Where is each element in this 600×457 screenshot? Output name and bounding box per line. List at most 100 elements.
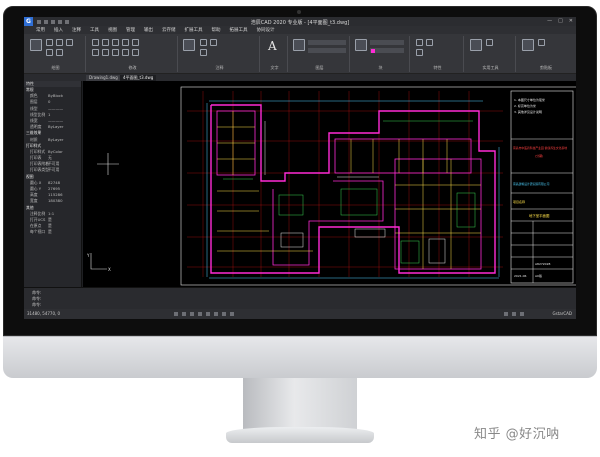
menu-item[interactable]: 常用 — [36, 27, 45, 33]
ribbon-group-draw: 绘图 — [26, 36, 86, 72]
snap-toggle-icon[interactable] — [174, 312, 178, 316]
property-value[interactable]: ByBlock — [48, 93, 63, 98]
workspace-icon[interactable] — [512, 312, 516, 316]
cut-icon[interactable] — [538, 39, 545, 46]
property-value[interactable]: 82748 — [48, 180, 60, 185]
menu-item[interactable]: 注释 — [72, 27, 81, 33]
menu-item[interactable]: 视图 — [108, 27, 117, 33]
rotate-icon[interactable] — [102, 39, 109, 46]
linetype-dropdown[interactable] — [370, 48, 404, 53]
dimension-icon[interactable] — [200, 39, 207, 46]
measure-icon[interactable] — [470, 39, 482, 51]
paste-icon[interactable] — [522, 39, 534, 51]
annotation-scale-icon[interactable] — [504, 312, 508, 316]
property-value[interactable]: 不可用 — [48, 161, 59, 167]
property-key: 图层 — [30, 99, 38, 105]
property-key: 打印表 — [30, 155, 42, 161]
property-value[interactable]: ByLayer — [48, 124, 63, 129]
monitor-stand-foot — [226, 427, 374, 443]
axis-grid — [187, 91, 503, 277]
trim-icon[interactable] — [112, 39, 119, 46]
ribbon-group-text: A 文字 — [262, 36, 288, 72]
copy-icon[interactable] — [122, 39, 129, 46]
match-properties-icon[interactable] — [416, 39, 423, 46]
property-value[interactable]: 是 — [48, 229, 52, 235]
otrack-toggle-icon[interactable] — [214, 312, 218, 316]
circle-icon[interactable] — [56, 39, 63, 46]
property-value[interactable]: 是 — [48, 217, 52, 223]
menu-item[interactable]: 云存储 — [162, 27, 176, 33]
erase-icon[interactable] — [132, 49, 139, 56]
property-value[interactable]: 1 — [48, 112, 50, 117]
floor-plan-details — [206, 100, 500, 279]
window-controls: — □ ✕ — [547, 18, 573, 24]
text-style-icon[interactable]: A — [268, 39, 277, 53]
table-icon[interactable] — [200, 49, 207, 56]
text-tool-icon[interactable] — [183, 39, 195, 51]
property-value[interactable]: 是 — [48, 223, 52, 229]
stretch-icon[interactable] — [102, 49, 109, 56]
property-value[interactable]: 115286 — [48, 192, 63, 197]
menu-item[interactable]: 扩展工具 — [185, 27, 203, 33]
move-icon[interactable] — [92, 39, 99, 46]
polar-toggle-icon[interactable] — [198, 312, 202, 316]
property-value[interactable]: 0 — [48, 99, 50, 104]
mirror-icon[interactable] — [132, 39, 139, 46]
hatch-icon[interactable] — [56, 49, 63, 56]
line-tool-icon[interactable] — [30, 39, 42, 51]
property-value[interactable]: ByLayer — [48, 137, 63, 142]
layer-dropdown[interactable] — [308, 40, 346, 45]
group-icon[interactable] — [416, 49, 423, 56]
ortho-toggle-icon[interactable] — [190, 312, 194, 316]
ribbon-group-label: 剪贴板 — [540, 65, 552, 70]
menu-item[interactable]: 管理 — [126, 27, 135, 33]
fullscreen-icon[interactable] — [520, 312, 524, 316]
array-icon[interactable] — [122, 49, 129, 56]
property-key: 圆心 Y — [30, 186, 42, 191]
scale-icon[interactable] — [112, 49, 119, 56]
list-icon[interactable] — [426, 39, 433, 46]
rectangle-icon[interactable] — [46, 49, 53, 56]
drawing-canvas[interactable]: Y X 1. 本图尺寸单位为毫米 2. 标高单位为米 3. 其他详见设计说明 南… — [83, 81, 576, 287]
property-value[interactable]: ———— — [48, 118, 63, 123]
menu-item[interactable]: 帮助 — [212, 27, 221, 33]
insert-block-icon[interactable] — [355, 39, 367, 51]
property-section-title: 其他 — [26, 204, 34, 210]
ribbon-group-label: 块 — [378, 65, 383, 70]
model-space-icon[interactable] — [230, 312, 234, 316]
menu-item[interactable]: 输出 — [144, 27, 153, 33]
ribbon-group-layers: 图层 — [290, 36, 350, 72]
arc-icon[interactable] — [66, 39, 73, 46]
property-value[interactable]: ByColor — [48, 149, 63, 154]
lineweight-toggle-icon[interactable] — [222, 312, 226, 316]
color-dropdown[interactable] — [370, 40, 404, 45]
menu-item[interactable]: 拓展工具 — [230, 27, 248, 33]
property-key: 打印表类型 — [30, 167, 49, 173]
grid-toggle-icon[interactable] — [182, 312, 186, 316]
property-row[interactable]: 每个视口是 — [24, 229, 81, 235]
menu-item[interactable]: 工具 — [90, 27, 99, 33]
menu-item[interactable]: 协同设计 — [257, 27, 275, 33]
property-key: 每个视口 — [30, 229, 46, 235]
command-window[interactable]: 命令: 命令: 命令: — [24, 287, 576, 309]
property-value[interactable]: 27695 — [48, 186, 60, 191]
osnap-toggle-icon[interactable] — [206, 312, 210, 316]
property-value[interactable]: 1:1 — [48, 211, 54, 216]
property-value[interactable]: 180380 — [48, 198, 63, 203]
polyline-icon[interactable] — [46, 39, 53, 46]
fillet-icon[interactable] — [92, 49, 99, 56]
property-value[interactable]: ———— — [48, 106, 63, 111]
property-value[interactable]: 不可用 — [48, 167, 59, 173]
maximize-button[interactable]: □ — [558, 18, 563, 24]
calculator-icon[interactable] — [486, 39, 493, 46]
layer-state-dropdown[interactable] — [308, 48, 346, 53]
minimize-button[interactable]: — — [547, 18, 552, 24]
property-key: 线型比例 — [30, 111, 46, 117]
menu-item[interactable]: 插入 — [54, 27, 63, 33]
layer-properties-icon[interactable] — [293, 39, 305, 51]
property-value[interactable]: 无 — [48, 155, 52, 161]
title-block-sheet-no: A8272028 — [535, 262, 551, 266]
command-prompt[interactable]: 命令: — [32, 302, 41, 308]
close-button[interactable]: ✕ — [569, 18, 573, 24]
leader-icon[interactable] — [210, 39, 217, 46]
